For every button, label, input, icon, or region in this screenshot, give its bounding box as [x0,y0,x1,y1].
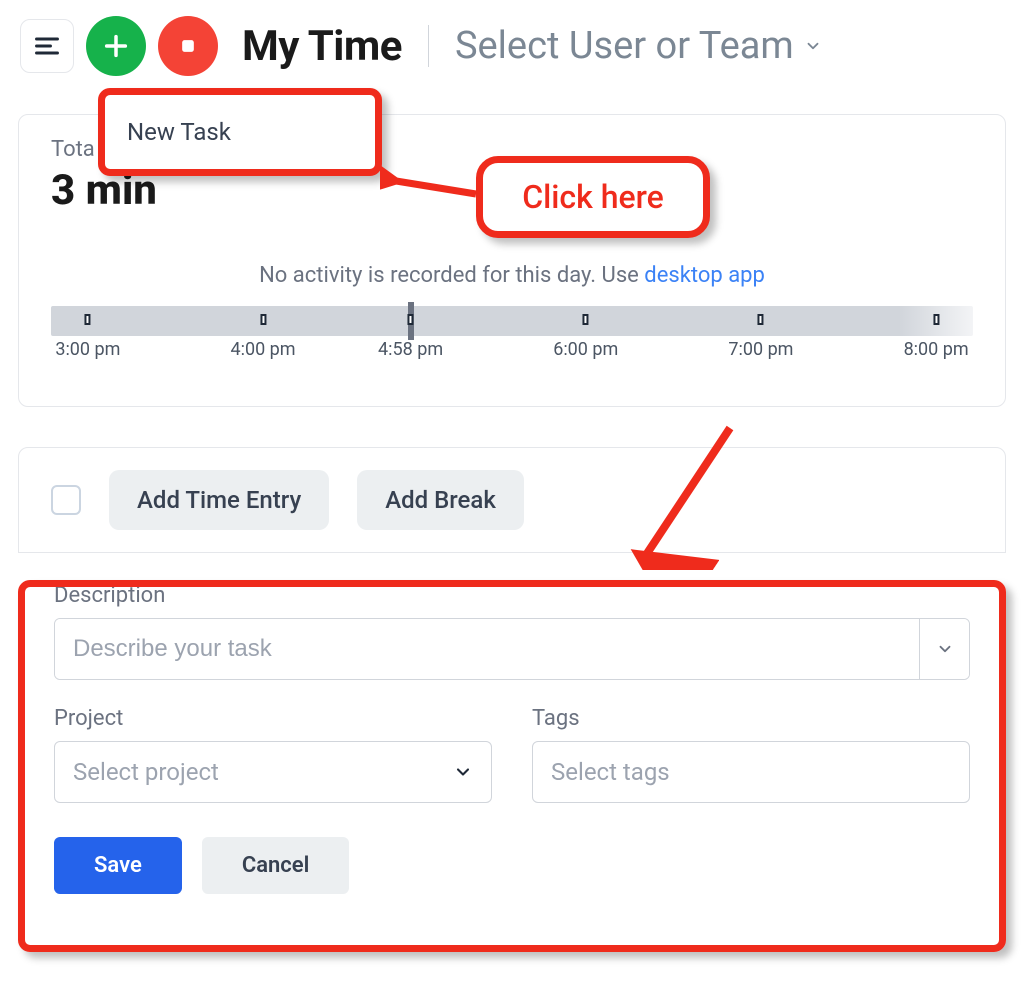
tick-label: 3:00 pm [55,339,120,360]
timeline-tick: 3:00 pm [55,306,120,360]
tick-label: 4:58 pm [378,339,443,360]
description-input[interactable] [55,619,919,679]
project-select[interactable]: Select project [54,741,492,803]
tick-mark [583,314,589,325]
tick-mark [85,314,91,325]
tags-placeholder: Select tags [551,758,670,786]
description-field-group [54,618,970,680]
no-activity-text: No activity is recorded for this day. Us… [259,263,644,288]
stop-icon [174,32,202,60]
new-task-menu-item: New Task [127,118,231,146]
project-label: Project [54,706,492,731]
chevron-down-icon [936,640,954,658]
tick-label: 7:00 pm [728,339,793,360]
tags-label: Tags [532,706,970,731]
timeline-tick: 7:00 pm [728,306,793,360]
no-activity-message: No activity is recorded for this day. Us… [51,263,973,288]
add-break-button[interactable]: Add Break [357,470,524,530]
timeline[interactable]: 3:00 pm4:00 pm4:58 pm6:00 pm7:00 pm8:00 … [51,306,973,336]
timeline-tick: 8:00 pm [904,306,969,360]
tags-select[interactable]: Select tags [532,741,970,803]
actions-row: Add Time Entry Add Break [18,447,1006,553]
page-title: My Time [242,22,402,71]
tick-label: 8:00 pm [904,339,969,360]
annotation-new-task-highlight[interactable]: New Task [98,88,382,176]
tick-mark [260,314,266,325]
project-placeholder: Select project [73,758,219,786]
tick-mark [758,314,764,325]
time-entry-form: Description Project Select project Tags … [18,553,1006,924]
tick-mark [933,314,939,325]
add-button[interactable] [86,16,146,76]
timeline-tick: 4:00 pm [231,306,296,360]
tick-label: 4:00 pm [231,339,296,360]
chevron-down-icon [804,37,822,55]
timeline-bar [51,306,973,336]
select-all-checkbox[interactable] [51,485,81,515]
menu-icon [33,32,61,60]
top-bar: My Time Select User or Team [0,0,1024,84]
tick-label: 6:00 pm [553,339,618,360]
add-time-entry-button[interactable]: Add Time Entry [109,470,329,530]
cancel-button[interactable]: Cancel [202,837,350,894]
plus-icon [102,32,130,60]
save-button[interactable]: Save [54,837,182,894]
chevron-down-icon [453,762,473,782]
desktop-app-link[interactable]: desktop app [644,263,765,288]
user-team-selector[interactable]: Select User or Team [455,24,822,68]
tick-mark [408,314,414,325]
menu-button[interactable] [20,19,74,73]
timeline-tick: 6:00 pm [553,306,618,360]
timeline-tick: 4:58 pm [378,306,443,360]
description-label: Description [54,583,970,608]
stop-button[interactable] [158,16,218,76]
description-dropdown-toggle[interactable] [919,619,969,679]
user-team-label: Select User or Team [455,24,794,68]
divider [428,25,429,67]
